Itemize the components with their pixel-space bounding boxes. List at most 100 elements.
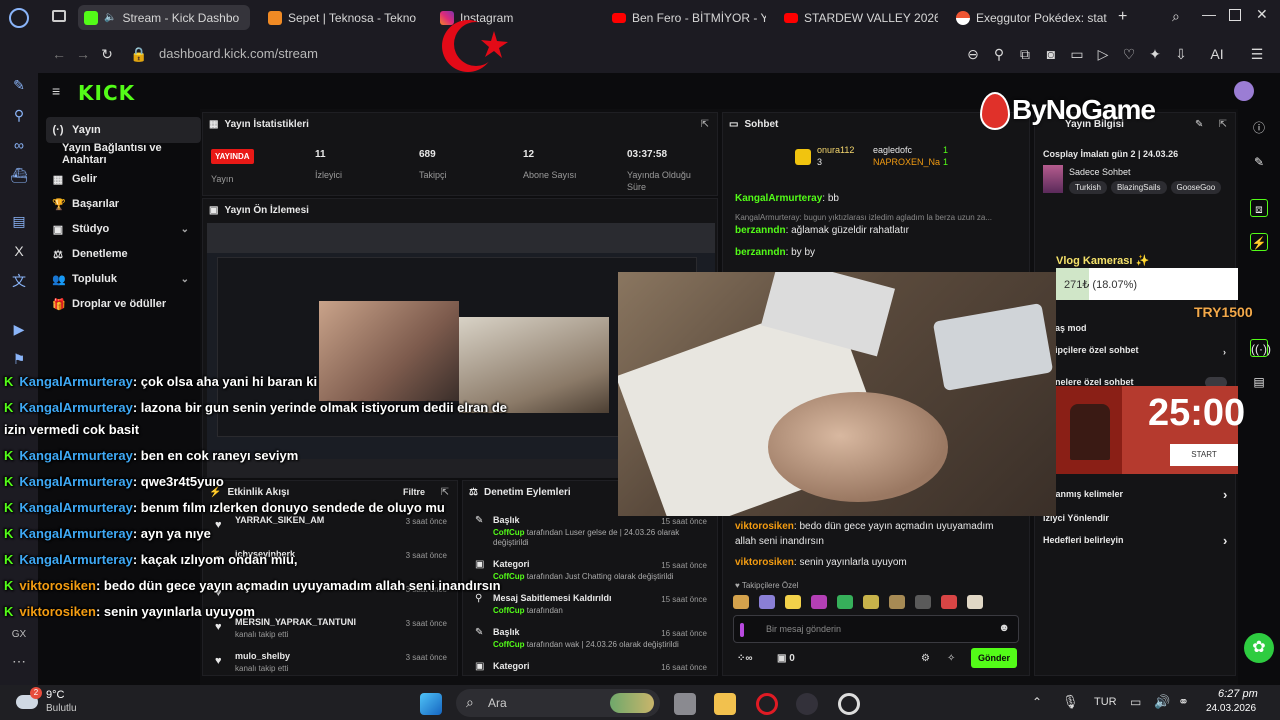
chat-username[interactable]: viktorosiken (735, 521, 794, 532)
play-icon[interactable]: ▷ (1094, 45, 1112, 63)
weather-widget[interactable]: 2 9°C Bulutlu (14, 687, 114, 717)
tab-stardew[interactable]: STARDEW VALLEY 2026 (778, 5, 938, 30)
heart-icon[interactable]: ♡ (1120, 45, 1138, 63)
support-bubble[interactable]: ✿ (1244, 633, 1274, 663)
edit-icon[interactable]: ✎ (1195, 119, 1203, 130)
gift-counter[interactable]: ▣ 0 (777, 653, 795, 664)
x-icon[interactable]: X (9, 241, 29, 261)
raid-icon[interactable]: ▤ (1250, 373, 1268, 391)
pencil-icon[interactable]: ✎ (1250, 153, 1268, 171)
microphone-icon[interactable]: 🎙 (1062, 694, 1079, 710)
volume-icon[interactable]: 🔊 (1154, 694, 1170, 710)
nav-topluluk[interactable]: 👥 Topluluk ⌄ (46, 266, 201, 292)
timer-start-button[interactable]: START (1170, 444, 1238, 466)
nav-yayin[interactable]: (·) Yayın (46, 117, 201, 143)
taskbar-date[interactable]: 24.03.2026 (1206, 703, 1256, 714)
tab-overview-icon[interactable] (52, 10, 66, 22)
crop-icon[interactable]: ⧉ (1016, 45, 1034, 63)
extensions-icon[interactable]: ✦ (1146, 45, 1164, 63)
chat-username[interactable]: KangalArmurteray (735, 193, 822, 204)
sidebar-glasses-icon[interactable]: ∞ (9, 135, 29, 155)
expand-icon[interactable]: ⇱ (701, 119, 709, 130)
twitch-icon[interactable]: ▤ (9, 211, 29, 231)
network-icon[interactable]: ⚭ (1178, 694, 1189, 710)
setting-redirect[interactable]: iziyci Yönlendir (1043, 513, 1243, 523)
url-field[interactable]: dashboard.kick.com/stream (133, 40, 933, 68)
menu-icon[interactable]: ☰ (1248, 45, 1266, 63)
emote-icon[interactable] (733, 595, 749, 609)
chat-input[interactable]: Bir mesaj gönderin ☻ (733, 615, 1019, 643)
hamburger-icon[interactable]: ≡ (52, 83, 60, 99)
tab-kick-dashboard[interactable]: 🔈 Stream - Kick Dashbo (78, 5, 250, 30)
lightning-icon[interactable]: ⚡ (1250, 233, 1268, 251)
back-icon[interactable]: ← (50, 45, 68, 63)
chat-username[interactable]: berzanndn (735, 225, 786, 236)
emote-icon[interactable] (759, 595, 775, 609)
browser-menu-icon[interactable] (9, 8, 29, 28)
emoji-icon[interactable]: ☻ (998, 622, 1010, 634)
tray-chevron-icon[interactable]: ⌃ (1032, 695, 1042, 709)
nav-gelir[interactable]: ▦ Gelir (46, 166, 201, 192)
wallet-icon[interactable]: ▭ (1068, 45, 1086, 63)
gx-icon[interactable]: GX (9, 625, 29, 645)
broadcast-tool-icon[interactable]: ((·)) (1250, 339, 1271, 357)
close-window-button[interactable]: ✕ (1256, 6, 1268, 23)
maximize-button[interactable] (1229, 9, 1241, 21)
send-button[interactable]: Gönder (971, 648, 1017, 668)
pin-page-icon[interactable]: ⚲ (990, 45, 1008, 63)
kick-logo[interactable]: KICK (78, 81, 135, 105)
tab-ben-fero[interactable]: Ben Fero - BİTMİYOR - Y (606, 5, 766, 30)
forward-icon[interactable]: → (74, 45, 92, 63)
tab-teknosa[interactable]: Sepet | Teknosa - Tekno (262, 5, 422, 30)
obs-icon[interactable] (838, 693, 860, 715)
display-icon[interactable]: ▭ (1130, 695, 1141, 709)
points-counter[interactable]: ⁘∞ (737, 653, 753, 664)
profile-avatar[interactable] (1234, 81, 1254, 101)
nav-denetleme[interactable]: ⚖ Denetleme (46, 241, 201, 267)
emote-icon[interactable] (967, 595, 983, 609)
tag-chip[interactable]: BlazingSails (1110, 181, 1167, 194)
emote-icon[interactable] (785, 595, 801, 609)
pin-icon[interactable]: ⚑ (9, 349, 29, 369)
setting-goals[interactable]: Hedefleri belirleyin › (1043, 533, 1243, 548)
minimize-button[interactable]: — (1202, 6, 1216, 22)
nav-basarilar[interactable]: 🏆 Başarılar (46, 191, 201, 217)
emote-icon[interactable] (941, 595, 957, 609)
new-tab-button[interactable]: + (1118, 8, 1127, 26)
crop-tool-icon[interactable]: ⧈ (1250, 199, 1268, 217)
more-icon[interactable]: ⋯ (9, 651, 29, 671)
emote-icon[interactable] (889, 595, 905, 609)
sidebar-tool-icon[interactable]: ✎ (9, 75, 29, 95)
setting-banned-words[interactable]: aklanmış kelimeler › (1043, 487, 1243, 502)
emote-icon[interactable] (915, 595, 931, 609)
setting-followers-chat[interactable]: ipçilere özel sohbet › (1055, 345, 1255, 357)
tag-chip[interactable]: GooseGoo (1170, 181, 1221, 194)
settings-icon[interactable]: ⚙ (921, 653, 930, 664)
opera-gx-icon[interactable] (796, 693, 818, 715)
reload-icon[interactable]: ↻ (98, 45, 116, 63)
tag-chip[interactable]: Turkish (1069, 181, 1107, 194)
translate-icon[interactable]: 文 (9, 271, 29, 291)
taskbar-time[interactable]: 6:27 pm (1218, 688, 1258, 700)
ai-button[interactable]: AI (1202, 45, 1232, 63)
play-circle-icon[interactable]: ▶ (9, 319, 29, 339)
nav-studyo[interactable]: ▣ Stüdyo ⌄ (46, 216, 201, 242)
sidebar-ship-icon[interactable]: ⛴ (9, 165, 29, 185)
pocket-icon[interactable]: ◙ (1042, 45, 1060, 63)
chat-username[interactable]: berzanndn (735, 247, 786, 258)
search-tabs-icon[interactable]: ⌕ (1172, 8, 1180, 25)
emote-icon[interactable] (811, 595, 827, 609)
expand-icon[interactable]: ⇱ (1219, 119, 1227, 130)
nav-droplar[interactable]: 🎁 Droplar ve ödüller (46, 291, 201, 317)
file-explorer-icon[interactable] (714, 693, 736, 715)
zoom-icon[interactable]: ⊖ (964, 45, 982, 63)
sidebar-pin-icon[interactable]: ⚲ (9, 105, 29, 125)
language-indicator[interactable]: TUR (1094, 696, 1117, 708)
emote-icon[interactable] (837, 595, 853, 609)
chat-username[interactable]: viktorosiken (735, 557, 794, 568)
opera-icon[interactable] (756, 693, 778, 715)
task-view-icon[interactable] (674, 693, 696, 715)
boost-icon[interactable]: ✧ (947, 653, 955, 664)
windows-start-icon[interactable] (420, 693, 442, 715)
info-icon[interactable]: ⓘ (1250, 119, 1268, 137)
